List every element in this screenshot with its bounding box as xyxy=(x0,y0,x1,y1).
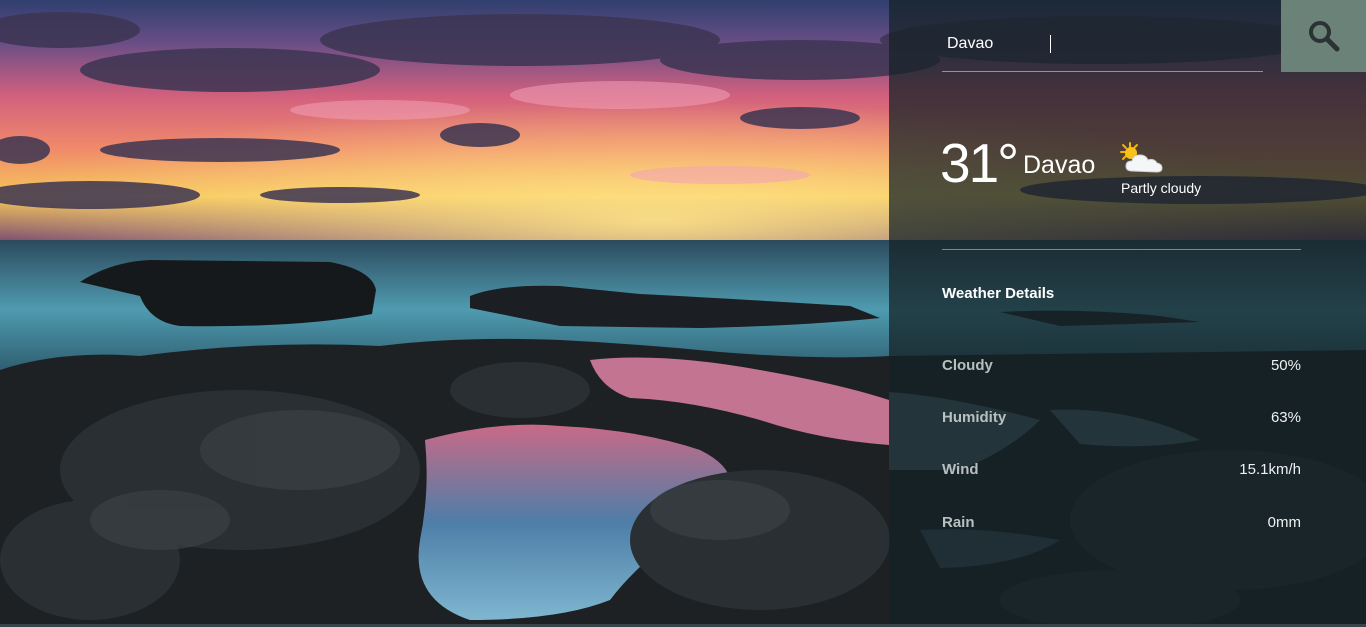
search-button[interactable] xyxy=(1281,0,1366,72)
detail-row-humidity: Humidity 63% xyxy=(942,407,1301,427)
partly-cloudy-icon xyxy=(1118,141,1166,182)
detail-label: Cloudy xyxy=(942,356,993,374)
detail-row-rain: Rain 0mm xyxy=(942,512,1301,532)
condition-text: Partly cloudy xyxy=(1121,180,1202,196)
detail-value: 63% xyxy=(1270,408,1301,426)
detail-label: Wind xyxy=(942,460,979,478)
detail-value: 0mm xyxy=(1267,513,1301,531)
search-icon xyxy=(1308,21,1339,52)
search-input[interactable] xyxy=(942,26,1263,62)
detail-value: 50% xyxy=(1270,356,1301,374)
detail-label: Rain xyxy=(942,513,975,531)
search-box xyxy=(942,26,1263,72)
city-name: Davao xyxy=(1023,151,1096,179)
weather-details-title: Weather Details xyxy=(942,285,1055,302)
text-caret xyxy=(1050,35,1051,53)
detail-value: 15.1km/h xyxy=(1239,460,1301,478)
divider xyxy=(942,249,1301,250)
detail-label: Humidity xyxy=(942,408,1007,426)
current-temperature: 31° xyxy=(940,132,1019,194)
detail-row-cloudy: Cloudy 50% xyxy=(942,355,1301,375)
detail-row-wind: Wind 15.1km/h xyxy=(942,459,1301,479)
weather-panel: 31° Davao Partly cloudy Weather Details … xyxy=(889,0,1366,627)
